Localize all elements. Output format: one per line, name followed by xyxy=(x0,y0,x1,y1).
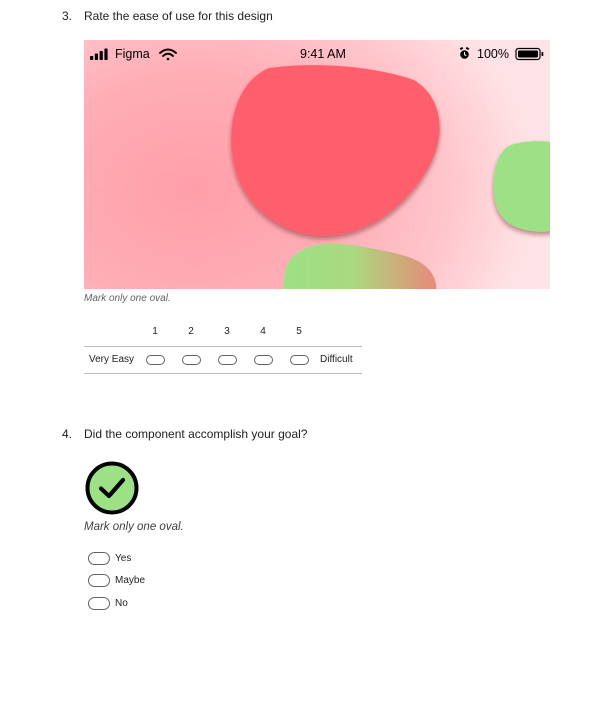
status-carrier: Figma xyxy=(115,47,150,61)
scale-option-4-oval[interactable] xyxy=(254,355,273,365)
wifi-icon xyxy=(159,48,177,61)
signal-bars-icon xyxy=(90,48,108,60)
design-preview-image: Figma 9:41 AM 100% xyxy=(84,40,550,289)
status-battery-percent: 100% xyxy=(477,47,509,61)
option-yes-label[interactable]: Yes xyxy=(115,553,131,564)
question-4-title: Did the component accomplish your goal? xyxy=(84,427,308,441)
battery-icon xyxy=(515,47,544,61)
green-blob-right-shape xyxy=(493,141,550,232)
alarm-icon xyxy=(459,46,470,59)
scale-top-rule xyxy=(84,346,362,347)
scale-option-3-oval[interactable] xyxy=(218,355,237,365)
status-time: 9:41 AM xyxy=(300,47,346,61)
form-page: { "question3": { "number": "3.", "title"… xyxy=(0,0,602,715)
question-3-number: 3. xyxy=(62,9,73,23)
green-blob-bottom-shape xyxy=(284,243,437,289)
option-maybe-oval[interactable] xyxy=(88,574,110,587)
red-blob-shape xyxy=(231,65,440,236)
question-4-hint: Mark only one oval. xyxy=(84,521,184,533)
option-no-oval[interactable] xyxy=(88,597,110,610)
scale-number-2: 2 xyxy=(188,326,194,337)
question-4-number: 4. xyxy=(62,427,73,441)
scale-number-1: 1 xyxy=(152,326,158,337)
question-3-title: Rate the ease of use for this design xyxy=(84,9,273,23)
scale-number-4: 4 xyxy=(260,326,266,337)
option-yes-oval[interactable] xyxy=(88,552,110,565)
scale-number-3: 3 xyxy=(224,326,230,337)
option-no-label[interactable]: No xyxy=(115,598,128,609)
scale-option-2-oval[interactable] xyxy=(182,355,201,365)
scale-option-5-oval[interactable] xyxy=(290,355,309,365)
scale-low-label: Very Easy xyxy=(89,354,135,365)
design-preview-art xyxy=(90,46,550,289)
scale-option-1-oval[interactable] xyxy=(146,355,165,365)
scale-high-label: Difficult xyxy=(320,354,353,365)
scale-bottom-rule xyxy=(84,373,362,374)
question-3-hint: Mark only one oval. xyxy=(84,293,171,304)
check-circle-icon xyxy=(85,461,139,515)
option-maybe-label[interactable]: Maybe xyxy=(115,575,145,586)
scale-number-5: 5 xyxy=(296,326,302,337)
